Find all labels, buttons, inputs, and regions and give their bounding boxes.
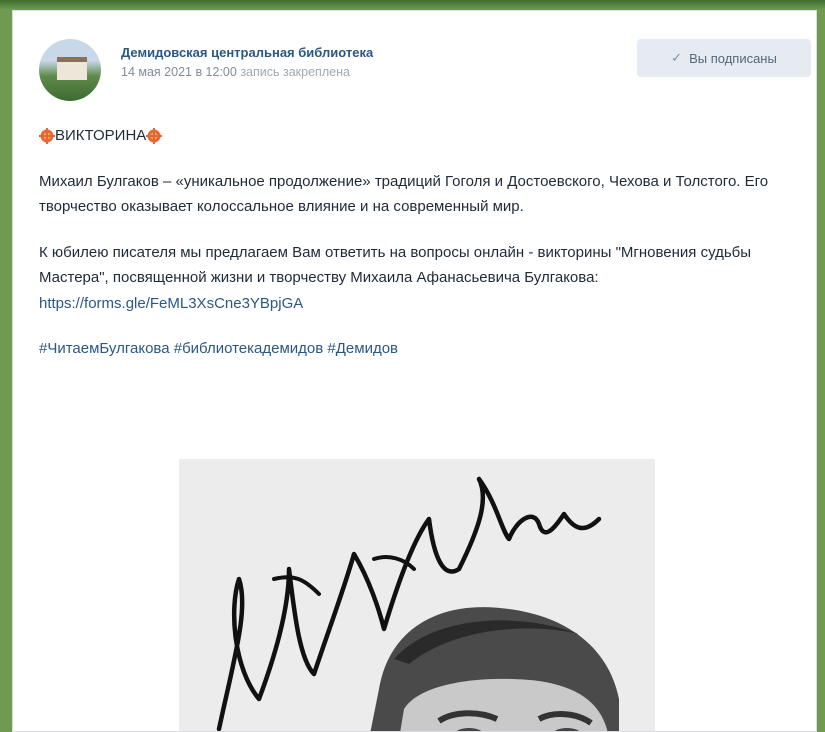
post-date-link[interactable]: 14 мая 2021 в 12:00 [121,65,237,79]
hashtag-link[interactable]: #Демидов [327,340,398,357]
burst-emoji-icon [146,127,163,144]
post-text: ВИКТОРИНА Михаил Булгаков – «уникальное … [39,123,809,382]
post-photo[interactable] [179,459,655,731]
subscribed-label: Вы подписаны [689,50,777,66]
post-paragraph-1: Михаил Булгаков – «уникальное продолжени… [39,172,769,216]
bulgakov-portrait-image [179,459,655,731]
subscribed-button[interactable]: ✓ Вы подписаны [637,39,811,77]
group-name-link[interactable]: Демидовская центральная библиотека [121,45,373,60]
post-paragraph-2-text: К юбилею писателя мы предлагаем Вам отве… [39,243,752,287]
frame-border [0,0,825,10]
post-meta: 14 мая 2021 в 12:00 запись закреплена [121,65,350,79]
hashtag-link[interactable]: #ЧитаемБулгакова [39,340,170,357]
hashtag-line: #ЧитаемБулгакова #библиотекадемидов #Дем… [39,336,809,362]
post-title-line: ВИКТОРИНА [39,123,809,149]
hashtag-link[interactable]: #библиотекадемидов [174,340,324,357]
post-paragraph-2: К юбилею писателя мы предлагаем Вам отве… [39,240,809,317]
pinned-label: запись закреплена [240,65,350,79]
post-header: Демидовская центральная библиотека 14 ма… [39,39,811,103]
post-card: Демидовская центральная библиотека 14 ма… [12,10,817,732]
group-avatar[interactable] [39,39,101,101]
library-building-image [57,57,87,80]
check-icon: ✓ [671,50,683,65]
post-title: ВИКТОРИНА [55,127,147,144]
quiz-form-link[interactable]: https://forms.gle/FeML3XsCne3YBpjGA [39,295,303,312]
burst-emoji-icon [39,127,55,144]
